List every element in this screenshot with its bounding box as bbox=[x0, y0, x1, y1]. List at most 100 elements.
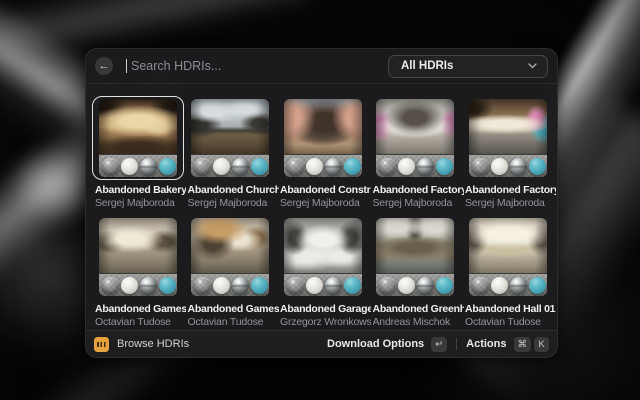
material-spheres-strip bbox=[284, 273, 362, 296]
hdri-grid-item[interactable]: Abandoned Garage Grzegorz Wronkowski bbox=[280, 218, 365, 329]
hdri-author: Octavian Tudose bbox=[95, 316, 186, 329]
chevron-down-icon bbox=[528, 63, 537, 69]
hdri-grid-item[interactable]: Abandoned Factory... Sergej Majboroda bbox=[465, 99, 550, 210]
diffuse-sphere-icon bbox=[213, 158, 230, 175]
diffuse-sphere-icon bbox=[121, 277, 138, 294]
hdri-author: Sergej Majboroda bbox=[373, 197, 464, 210]
thumbnail-selection-frame bbox=[462, 215, 554, 299]
glass-sphere-icon bbox=[472, 158, 489, 175]
hdri-thumbnail bbox=[284, 99, 362, 177]
thumbnail-selection-frame bbox=[92, 96, 184, 180]
hdri-title: Abandoned Bakery bbox=[95, 184, 186, 197]
hdri-title: Abandoned Hall 01 bbox=[465, 303, 556, 316]
thumbnail-selection-frame bbox=[92, 215, 184, 299]
hdri-grid-item[interactable]: Abandoned Church Sergej Majboroda bbox=[188, 99, 273, 210]
material-spheres-strip bbox=[99, 154, 177, 177]
glass-sphere-icon bbox=[379, 158, 396, 175]
chrome-sphere-icon bbox=[417, 277, 434, 294]
text-caret bbox=[126, 59, 127, 73]
diffuse-sphere-icon bbox=[306, 277, 323, 294]
chrome-sphere-icon bbox=[325, 277, 342, 294]
glass-sphere-icon bbox=[102, 277, 119, 294]
material-spheres-strip bbox=[469, 154, 547, 177]
back-button[interactable]: ← bbox=[95, 57, 113, 75]
diffuse-sphere-icon bbox=[306, 158, 323, 175]
teal-sphere-icon bbox=[344, 158, 361, 175]
hdri-grid-item[interactable]: Abandoned Bakery Sergej Majboroda bbox=[95, 99, 180, 210]
hdri-panorama-preview bbox=[469, 99, 547, 154]
hdri-grid-item[interactable]: Abandoned Hall 01 Octavian Tudose bbox=[465, 218, 550, 329]
footer-separator bbox=[456, 338, 457, 350]
hdri-grid-item[interactable]: Abandoned Games R... Octavian Tudose bbox=[188, 218, 273, 329]
hdri-thumbnail bbox=[469, 99, 547, 177]
hdri-thumbnail bbox=[99, 218, 177, 296]
hdri-author: Octavian Tudose bbox=[465, 316, 556, 329]
material-spheres-strip bbox=[469, 273, 547, 296]
filter-dropdown-value: All HDRIs bbox=[401, 60, 528, 72]
hdri-thumbnail bbox=[191, 218, 269, 296]
actions-label: Actions bbox=[466, 338, 506, 350]
footer-app-label: Browse HDRIs bbox=[117, 338, 189, 350]
hdri-author: Sergej Majboroda bbox=[95, 197, 186, 210]
footer-action-bar: Browse HDRIs Download Options ↵ Actions … bbox=[86, 330, 557, 357]
actions-button[interactable]: Actions ⌘ K bbox=[466, 337, 549, 352]
hdri-title: Abandoned Factory... bbox=[373, 184, 464, 197]
hdri-grid: Abandoned Bakery Sergej Majboroda Abando… bbox=[95, 99, 550, 329]
teal-sphere-icon bbox=[529, 277, 546, 294]
hdri-grid-item[interactable]: Abandoned Greenho... Andreas Mischok bbox=[373, 218, 458, 329]
teal-sphere-icon bbox=[344, 277, 361, 294]
chrome-sphere-icon bbox=[417, 158, 434, 175]
hdri-title: Abandoned Games R... bbox=[95, 303, 186, 316]
hdri-panorama-preview bbox=[284, 218, 362, 273]
material-spheres-strip bbox=[284, 154, 362, 177]
hdri-thumbnail bbox=[376, 218, 454, 296]
thumbnail-selection-frame bbox=[369, 96, 461, 180]
diffuse-sphere-icon bbox=[398, 277, 415, 294]
hdri-grid-item[interactable]: Abandoned Factory... Sergej Majboroda bbox=[373, 99, 458, 210]
hdri-title: Abandoned Games R... bbox=[188, 303, 279, 316]
hdri-thumbnail bbox=[469, 218, 547, 296]
hdri-thumbnail bbox=[99, 99, 177, 177]
diffuse-sphere-icon bbox=[491, 277, 508, 294]
filter-dropdown[interactable]: All HDRIs bbox=[388, 55, 548, 78]
hdri-grid-item[interactable]: Abandoned Construc... Sergej Majboroda bbox=[280, 99, 365, 210]
hdri-author: Sergej Majboroda bbox=[280, 197, 371, 210]
teal-sphere-icon bbox=[159, 277, 176, 294]
thumbnail-selection-frame bbox=[369, 215, 461, 299]
chrome-sphere-icon bbox=[140, 277, 157, 294]
hdri-panorama-preview bbox=[284, 99, 362, 154]
diffuse-sphere-icon bbox=[121, 158, 138, 175]
material-spheres-strip bbox=[191, 273, 269, 296]
glass-sphere-icon bbox=[102, 158, 119, 175]
hdri-grid-item[interactable]: Abandoned Games R... Octavian Tudose bbox=[95, 218, 180, 329]
diffuse-sphere-icon bbox=[491, 158, 508, 175]
hdri-title: Abandoned Factory... bbox=[465, 184, 556, 197]
command-key-icon: ⌘ bbox=[514, 337, 532, 352]
download-options-button[interactable]: Download Options ↵ bbox=[327, 337, 447, 352]
thumbnail-selection-frame bbox=[277, 96, 369, 180]
download-options-label: Download Options bbox=[327, 338, 424, 350]
hdri-title: Abandoned Greenho... bbox=[373, 303, 464, 316]
glass-sphere-icon bbox=[287, 277, 304, 294]
hdri-thumbnail bbox=[191, 99, 269, 177]
hdri-thumbnail bbox=[284, 218, 362, 296]
hdri-panorama-preview bbox=[376, 99, 454, 154]
hdri-title: Abandoned Church bbox=[188, 184, 279, 197]
thumbnail-selection-frame bbox=[462, 96, 554, 180]
teal-sphere-icon bbox=[436, 277, 453, 294]
hdri-thumbnail bbox=[376, 99, 454, 177]
search-input[interactable] bbox=[129, 58, 388, 74]
material-spheres-strip bbox=[376, 154, 454, 177]
hdri-panorama-preview bbox=[376, 218, 454, 273]
glass-sphere-icon bbox=[287, 158, 304, 175]
teal-sphere-icon bbox=[251, 158, 268, 175]
hdri-panorama-preview bbox=[99, 218, 177, 273]
glass-sphere-icon bbox=[472, 277, 489, 294]
glass-sphere-icon bbox=[379, 277, 396, 294]
thumbnail-selection-frame bbox=[184, 96, 276, 180]
teal-sphere-icon bbox=[436, 158, 453, 175]
thumbnail-selection-frame bbox=[184, 215, 276, 299]
back-arrow-icon: ← bbox=[99, 61, 110, 72]
chrome-sphere-icon bbox=[232, 277, 249, 294]
teal-sphere-icon bbox=[529, 158, 546, 175]
